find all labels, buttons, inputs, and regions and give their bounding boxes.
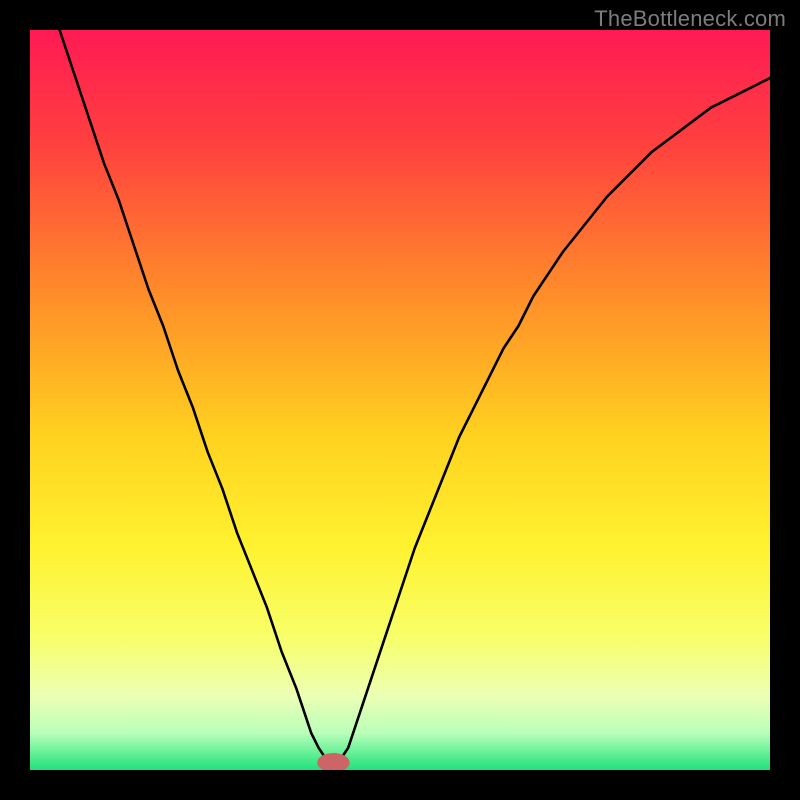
chart-background bbox=[30, 30, 770, 770]
plot-area bbox=[30, 30, 770, 770]
chart-frame: TheBottleneck.com bbox=[0, 0, 800, 800]
watermark-text: TheBottleneck.com bbox=[594, 6, 786, 32]
chart-svg bbox=[30, 30, 770, 770]
